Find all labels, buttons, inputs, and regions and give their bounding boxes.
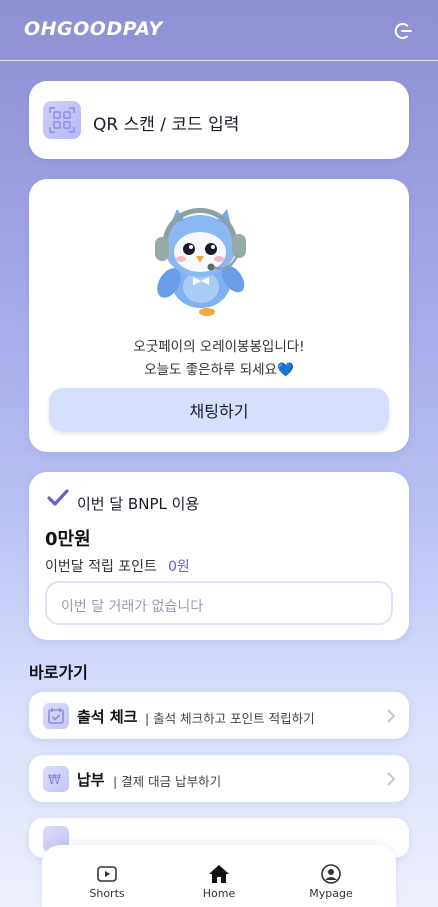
heart-emoji: 💙 xyxy=(276,362,294,378)
app-header: OHGOODPAY xyxy=(0,0,438,61)
chevron-right-icon xyxy=(385,771,397,787)
nav-label: Mypage xyxy=(309,887,353,900)
shortcut-attendance[interactable]: 출석 체크 | 출석 체크하고 포인트 적립하기 xyxy=(29,692,409,739)
shortcut-payment[interactable]: ₩ 납부 | 결제 대금 납부하기 xyxy=(29,755,409,802)
shortcut-name: 납부 xyxy=(77,771,105,789)
svg-text:₩: ₩ xyxy=(48,773,61,788)
nav-label: Shorts xyxy=(89,887,125,900)
transaction-empty-box: 이번 달 거래가 없습니다 xyxy=(45,581,393,625)
checkmark-icon xyxy=(47,488,69,508)
nav-mypage[interactable]: Mypage xyxy=(272,845,390,907)
points-label: 이번달 적립 포인트 xyxy=(45,559,157,575)
qr-scan-card[interactable]: QR 스캔 / 코드 입력 xyxy=(29,81,409,159)
chatbot-card: 오굿페이의 오레이봉봉입니다! 오늘도 좋은하루 되세요💙 채팅하기 xyxy=(29,179,409,452)
bnpl-amount: 0만원 xyxy=(45,529,91,550)
greeting-text: 오늘도 좋은하루 되세요 xyxy=(144,362,277,378)
nav-shorts[interactable]: Shorts xyxy=(48,845,166,907)
greeting-line-2: 오늘도 좋은하루 되세요💙 xyxy=(29,358,409,378)
bottom-navigation: Shorts Home Mypage xyxy=(42,845,396,907)
nav-label: Home xyxy=(202,887,236,900)
owl-mascot-image xyxy=(147,201,253,323)
greeting-line-1: 오굿페이의 오레이봉봉입니다! xyxy=(133,339,305,355)
user-icon xyxy=(320,864,342,884)
shortcut-name: 출석 체크 xyxy=(77,708,138,726)
chevron-right-icon xyxy=(385,708,397,724)
bnpl-summary-card: 이번 달 BNPL 이용 0만원 이번달 적립 포인트 0원 이번 달 거래가 … xyxy=(29,472,409,640)
nav-home[interactable]: Home xyxy=(160,845,278,907)
play-icon xyxy=(96,864,118,884)
app-logo: OHGOODPAY xyxy=(24,18,163,40)
points-value: 0원 xyxy=(168,559,190,575)
qr-scan-label: QR 스캔 / 코드 입력 xyxy=(93,115,240,135)
calendar-check-icon xyxy=(43,703,69,729)
bnpl-title: 이번 달 BNPL 이용 xyxy=(77,495,200,513)
shortcuts-heading: 바로가기 xyxy=(29,663,88,682)
shortcut-description: | 출석 체크하고 포인트 적립하기 xyxy=(145,711,315,726)
logout-icon[interactable] xyxy=(392,20,414,42)
chat-button[interactable]: 채팅하기 xyxy=(49,388,389,432)
won-payment-icon: ₩ xyxy=(43,766,69,792)
shortcut-description: | 결제 대금 납부하기 xyxy=(113,774,222,789)
home-icon xyxy=(208,864,230,884)
qr-scan-icon xyxy=(43,101,81,139)
